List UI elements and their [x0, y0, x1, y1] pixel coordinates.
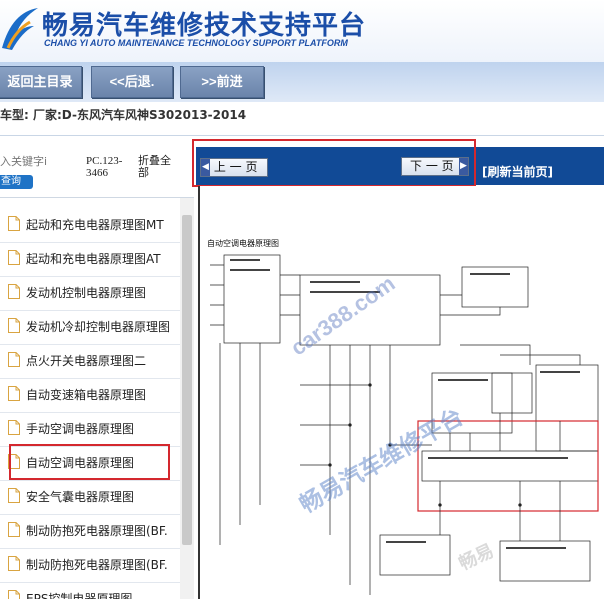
blue-r-swoosh-logo-icon	[2, 8, 38, 50]
sidebar-item-airbag[interactable]: 安全气囊电器原理图	[0, 480, 180, 515]
platform-subtitle: CHANG YI AUTO MAINTENANCE TECHNOLOGY SUP…	[44, 38, 348, 48]
sidebar-item-starting-charging-at[interactable]: 起动和充电电器原理图AT	[0, 242, 180, 277]
document-icon	[8, 386, 20, 401]
sidebar-item-abs-1[interactable]: 制动防抱死电器原理图(BF.	[0, 514, 180, 549]
document-icon	[8, 216, 20, 231]
document-icon	[8, 556, 20, 571]
sidebar-item-label: 安全气囊电器原理图	[26, 490, 135, 504]
document-icon	[8, 284, 20, 299]
sidebar-item-label: 起动和充电电器原理图MT	[26, 218, 164, 232]
sidebar-item-label: 起动和充电电器原理图AT	[26, 252, 161, 266]
keyword-search-input[interactable]	[0, 152, 80, 170]
sidebar-item-label: 发动机控制电器原理图	[26, 286, 147, 300]
collapse-all-button[interactable]: 折叠全部	[138, 155, 178, 179]
sidebar-item-ignition-switch[interactable]: 点火开关电器原理图二	[0, 344, 180, 379]
document-icon	[8, 590, 20, 599]
sidebar-item-label: 手动空调电器原理图	[26, 422, 135, 436]
refresh-page-link[interactable]: [刷新当前页]	[482, 163, 553, 180]
document-icon	[8, 488, 20, 503]
car-model-info: 车型: 厂家:D-东风汽车风神S302013-2014	[0, 108, 247, 122]
home-button[interactable]: 返回主目录	[0, 66, 82, 98]
search-button[interactable]: 查询	[0, 175, 33, 189]
selected-item-highlight	[9, 444, 170, 480]
sidebar-item-abs-2[interactable]: 制动防抱死电器原理图(BF.	[0, 548, 180, 583]
document-icon	[8, 250, 20, 265]
scrollbar-thumb[interactable]	[182, 215, 192, 545]
sidebar-item-engine-cooling[interactable]: 发动机冷却控制电器原理图	[0, 310, 180, 345]
forward-button[interactable]: >>前进	[180, 66, 264, 98]
sidebar-item-label: 发动机冷却控制电器原理图	[26, 320, 171, 334]
back-button[interactable]: <<后退.	[91, 66, 173, 98]
document-icon	[8, 420, 20, 435]
sidebar-item-label: 自动变速箱电器原理图	[26, 388, 147, 402]
wiring-diagram-image	[210, 254, 599, 595]
sidebar-item-eps[interactable]: EPS控制电器原理图	[0, 582, 180, 599]
sidebar-item-label: 制动防抱死电器原理图(BF.	[26, 558, 168, 572]
sidebar-item-label: EPS控制电器原理图	[26, 592, 133, 599]
sidebar-tree: 起动和充电电器原理图MT 起动和充电电器原理图AT 发动机控制电器原理图 发动机…	[0, 198, 180, 599]
pager-highlight	[192, 139, 476, 187]
pc-code-label: PC.123-3466	[86, 155, 123, 179]
sidebar-item-label: 制动防抱死电器原理图(BF.	[26, 524, 168, 538]
platform-title: 畅易汽车维修技术支持平台	[42, 11, 367, 41]
sidebar-item-manual-ac[interactable]: 手动空调电器原理图	[0, 412, 180, 447]
sidebar-item-starting-charging-mt[interactable]: 起动和充电电器原理图MT	[0, 208, 180, 243]
document-icon	[8, 352, 20, 367]
sidebar-item-label: 点火开关电器原理图二	[26, 354, 147, 368]
document-icon	[8, 318, 20, 333]
divider	[0, 135, 604, 136]
sidebar-item-engine-control[interactable]: 发动机控制电器原理图	[0, 276, 180, 311]
document-icon	[8, 522, 20, 537]
sidebar-item-auto-transmission[interactable]: 自动变速箱电器原理图	[0, 378, 180, 413]
